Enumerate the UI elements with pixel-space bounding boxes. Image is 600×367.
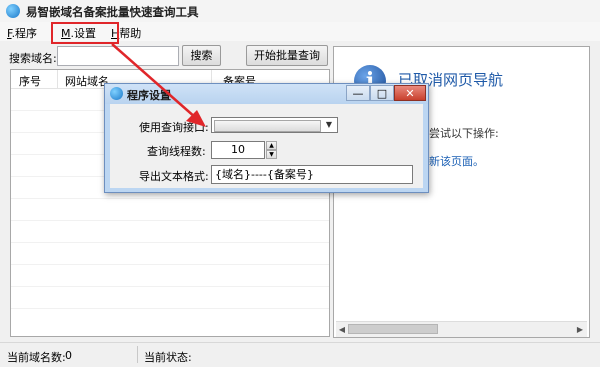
grid-line bbox=[11, 242, 329, 243]
menu-program-label: .程序 bbox=[11, 27, 38, 40]
search-button[interactable]: 搜索 bbox=[182, 45, 221, 66]
browser-message-text: 尝试以下操作: bbox=[429, 127, 499, 140]
minimize-icon: — bbox=[352, 87, 364, 100]
grid-line bbox=[11, 308, 329, 309]
close-button[interactable]: ✕ bbox=[394, 85, 426, 101]
settings-highlight-box bbox=[51, 22, 119, 44]
close-icon: ✕ bbox=[405, 87, 415, 100]
window-title: 易智嵌域名备案批量快速查询工具 bbox=[26, 5, 199, 19]
search-label: 搜索域名: bbox=[9, 52, 57, 65]
interface-label: 使用查询接口: bbox=[139, 121, 209, 134]
threads-label: 查询线程数: bbox=[147, 145, 206, 158]
dialog-body: 使用查询接口: ▼ 查询线程数: 10 ▲ ▼ 导出文本格式: {域名}----… bbox=[110, 104, 423, 188]
maximize-button[interactable]: □ bbox=[370, 85, 394, 101]
status-divider bbox=[137, 346, 138, 363]
grid-line bbox=[11, 286, 329, 287]
interface-select[interactable]: ▼ bbox=[211, 117, 338, 133]
window-titlebar: 易智嵌域名备案批量快速查询工具 bbox=[0, 0, 600, 23]
dialog-title: 程序设置 bbox=[127, 89, 171, 102]
column-divider[interactable] bbox=[57, 70, 58, 88]
menu-help-label: 帮助 bbox=[119, 27, 142, 40]
status-bar: 当前域名数: 0 当前状态: bbox=[0, 342, 600, 367]
menu-program[interactable]: F.程序 bbox=[7, 25, 37, 41]
domain-count-label: 当前域名数: bbox=[7, 351, 66, 364]
grid-line bbox=[11, 198, 329, 199]
status-state-label: 当前状态: bbox=[144, 351, 192, 364]
maximize-icon: □ bbox=[376, 87, 388, 100]
domain-count-value: 0 bbox=[65, 349, 72, 362]
search-input[interactable] bbox=[57, 46, 179, 66]
chevron-down-icon[interactable]: ▼ bbox=[322, 118, 336, 132]
settings-dialog: 程序设置 — □ ✕ 使用查询接口: ▼ 查询线程数: 10 ▲ ▼ 导出文本格… bbox=[104, 83, 429, 193]
refresh-link[interactable]: 新该页面。 bbox=[429, 153, 484, 169]
minimize-button[interactable]: — bbox=[346, 85, 370, 101]
horizontal-scrollbar[interactable]: ◀ ▶ bbox=[336, 321, 587, 337]
dialog-app-icon bbox=[110, 87, 123, 100]
grid-line bbox=[11, 264, 329, 265]
scroll-right-icon[interactable]: ▶ bbox=[575, 324, 585, 335]
interface-select-value bbox=[214, 120, 321, 132]
scrollbar-thumb[interactable] bbox=[348, 324, 438, 334]
export-format-input[interactable]: {域名}----{备案号} bbox=[211, 165, 413, 184]
column-header-index[interactable]: 序号 bbox=[19, 73, 41, 89]
threads-input[interactable]: 10 bbox=[211, 141, 265, 159]
column-header-domain[interactable]: 网站域名 bbox=[65, 73, 109, 89]
spin-up-icon[interactable]: ▲ bbox=[266, 141, 277, 150]
batch-query-button[interactable]: 开始批量查询 bbox=[246, 45, 328, 66]
spin-down-icon[interactable]: ▼ bbox=[266, 150, 277, 159]
grid-line bbox=[11, 220, 329, 221]
app-logo-icon bbox=[6, 4, 20, 18]
scroll-left-icon[interactable]: ◀ bbox=[337, 324, 347, 335]
format-label: 导出文本格式: bbox=[139, 170, 209, 183]
dialog-titlebar[interactable]: 程序设置 — □ ✕ bbox=[105, 84, 428, 104]
